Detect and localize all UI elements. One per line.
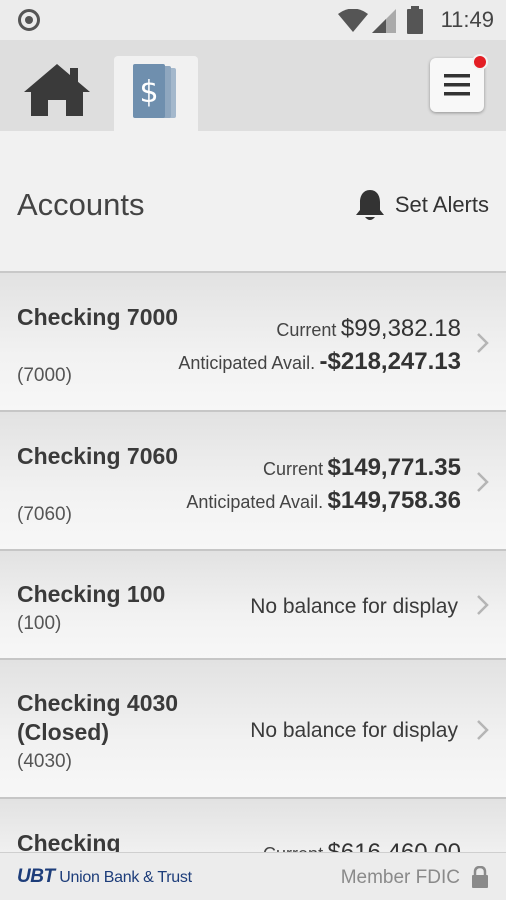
current-balance: Current $149,771.35 xyxy=(263,454,461,482)
anticipated-value: $149,758.36 xyxy=(327,487,461,514)
home-icon xyxy=(24,64,90,116)
chevron-right-icon xyxy=(477,333,489,353)
account-name: Checking 4030 (Closed) xyxy=(17,690,179,745)
accounts-header: Accounts Set Alerts xyxy=(0,131,506,273)
account-name: Checking 7060 xyxy=(17,443,179,469)
footer: UBT Union Bank & Trust Member FDIC xyxy=(0,852,506,900)
wifi-icon xyxy=(338,9,368,32)
current-value: $99,382.18 xyxy=(340,315,461,342)
set-alerts-button[interactable]: Set Alerts xyxy=(355,187,489,223)
notification-badge xyxy=(472,54,488,70)
account-number: (100) xyxy=(17,613,62,634)
status-bar: 11:49 xyxy=(0,0,506,40)
top-navigation: $ xyxy=(0,40,506,131)
chevron-right-icon xyxy=(477,472,489,492)
current-value: $149,771.35 xyxy=(327,454,461,481)
account-row[interactable]: Checking 7000 (7000) Current $99,382.18 … xyxy=(0,273,506,412)
current-balance: Current $99,382.18 xyxy=(276,315,461,343)
account-name: Checking 7000 xyxy=(17,304,179,330)
member-fdic-text: Member FDIC xyxy=(340,867,460,888)
svg-text:$: $ xyxy=(139,75,158,110)
dollar-card-icon: $ xyxy=(133,64,176,118)
anticipated-balance: Anticipated Avail. -$218,247.13 xyxy=(178,348,461,376)
chevron-right-icon xyxy=(477,720,489,740)
bank-logo: UBT Union Bank & Trust xyxy=(17,866,192,888)
sync-icon xyxy=(18,9,40,31)
no-balance-text: No balance for display xyxy=(250,719,458,742)
tab-accounts[interactable]: $ xyxy=(114,56,198,131)
chevron-right-icon xyxy=(477,595,489,615)
cell-signal-icon xyxy=(372,9,396,33)
logo-name: Union Bank & Trust xyxy=(59,869,192,886)
menu-button[interactable] xyxy=(430,54,488,112)
account-row[interactable]: Checking 100 (100) No balance for displa… xyxy=(0,551,506,660)
status-time: 11:49 xyxy=(440,7,494,32)
page-title: Accounts xyxy=(17,187,145,222)
anticipated-balance: Anticipated Avail. $149,758.36 xyxy=(186,487,461,515)
anticipated-value: -$218,247.13 xyxy=(319,348,461,375)
bell-icon xyxy=(355,190,384,220)
logo-mark: UBT xyxy=(17,866,55,887)
account-number: (7060) xyxy=(17,504,72,525)
tab-home[interactable] xyxy=(22,62,92,118)
account-number: (7000) xyxy=(17,365,72,386)
current-label: Current xyxy=(276,320,337,340)
lock-icon xyxy=(472,866,488,888)
current-label: Current xyxy=(263,459,324,479)
account-number: (4030) xyxy=(17,751,72,772)
anticipated-label: Anticipated Avail. xyxy=(186,492,324,512)
anticipated-label: Anticipated Avail. xyxy=(178,353,316,373)
set-alerts-label: Set Alerts xyxy=(394,192,489,217)
no-balance-text: No balance for display xyxy=(250,595,458,618)
hamburger-menu-icon xyxy=(444,74,470,96)
account-row[interactable]: Checking 7060 (7060) Current $149,771.35… xyxy=(0,412,506,551)
account-name: Checking 100 xyxy=(17,581,166,607)
battery-icon xyxy=(407,6,423,34)
account-row[interactable]: Checking 4030 (Closed) (4030) No balance… xyxy=(0,660,506,799)
